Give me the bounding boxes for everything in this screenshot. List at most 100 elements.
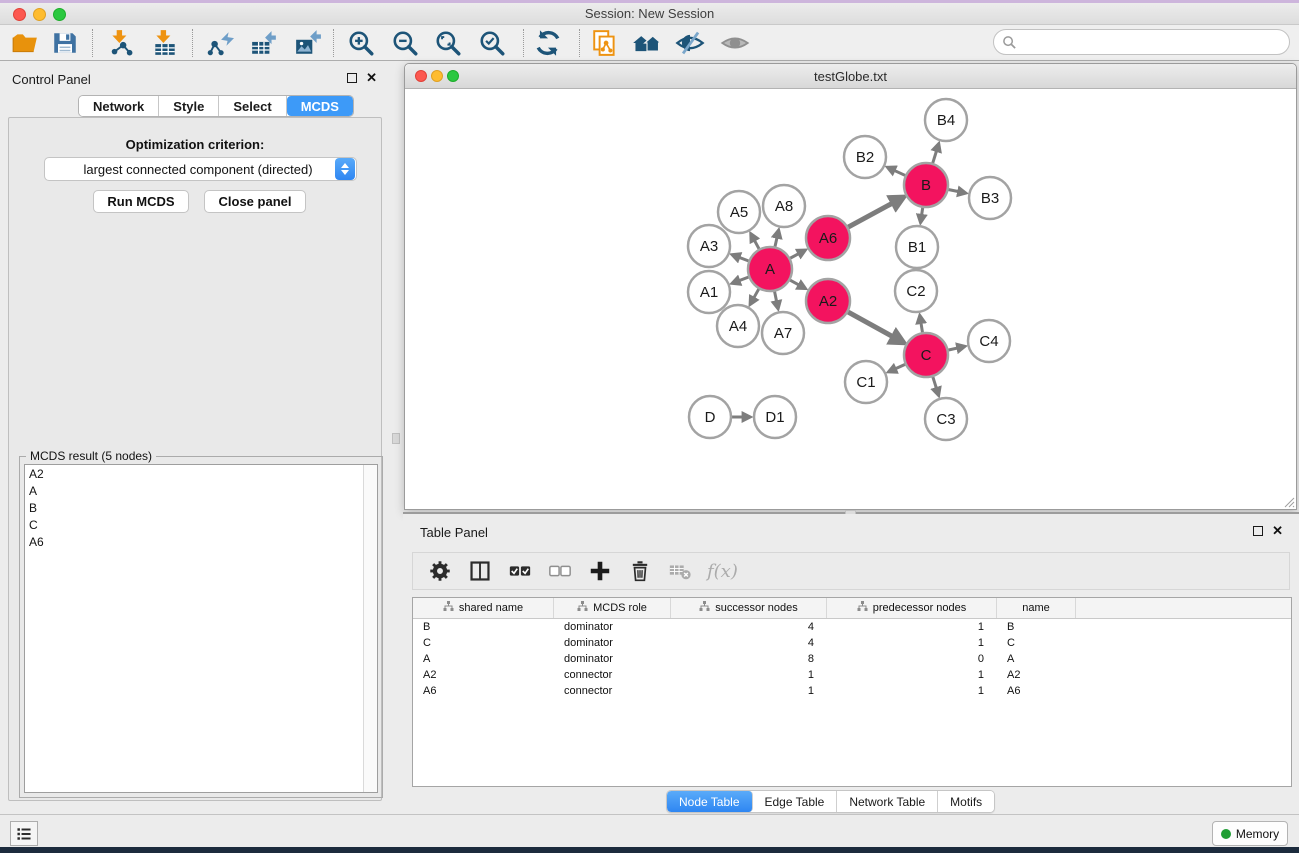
edge-A2-C[interactable] (847, 312, 903, 343)
table-cell[interactable]: A6 (997, 683, 1076, 699)
column-header-successor-nodes[interactable]: successor nodes (671, 598, 827, 618)
run-mcds-button[interactable]: Run MCDS (93, 190, 189, 213)
tab-motifs[interactable]: Motifs (938, 791, 994, 812)
add-column-icon[interactable] (587, 558, 613, 584)
tab-edge-table[interactable]: Edge Table (753, 791, 838, 812)
column-view-icon[interactable] (467, 558, 493, 584)
memory-button[interactable]: Memory (1212, 821, 1288, 846)
result-item[interactable]: C (25, 516, 377, 533)
table-cell[interactable]: 1 (827, 635, 997, 651)
result-scrollbar[interactable] (363, 465, 377, 792)
import-network-icon[interactable] (104, 28, 138, 58)
table-cell[interactable]: A2 (997, 667, 1076, 683)
edge-A-A2[interactable] (789, 280, 805, 289)
float-panel-icon[interactable] (347, 73, 357, 83)
table-cell[interactable]: connector (554, 683, 671, 699)
search-input[interactable] (1017, 32, 1289, 52)
table-cell[interactable]: 0 (827, 651, 997, 667)
edge-C-C1[interactable] (889, 364, 906, 372)
float-table-panel-icon[interactable] (1253, 526, 1263, 536)
criterion-dropdown[interactable]: largest connected component (directed) (44, 157, 357, 181)
column-header-shared-name[interactable]: shared name (413, 598, 554, 618)
checked-boxes-icon[interactable] (507, 558, 533, 584)
table-cell[interactable]: 4 (671, 619, 827, 635)
column-header-mcds-role[interactable]: MCDS role (554, 598, 671, 618)
export-image-icon[interactable] (291, 28, 325, 58)
edge-A-A8[interactable] (775, 230, 779, 247)
table-cell[interactable]: dominator (554, 635, 671, 651)
table-cell[interactable]: 1 (671, 667, 827, 683)
zoom-fit-icon[interactable] (431, 28, 465, 58)
edge-B-B2[interactable] (888, 167, 906, 175)
table-cell[interactable]: 1 (827, 667, 997, 683)
result-item[interactable]: A2 (25, 465, 377, 482)
edge-A-A4[interactable] (750, 288, 759, 304)
table-cell[interactable]: B (997, 619, 1076, 635)
edge-A-A3[interactable] (732, 255, 749, 261)
refresh-icon[interactable] (531, 28, 565, 58)
edge-B-B4[interactable] (932, 144, 938, 164)
table-cell[interactable]: C (413, 635, 554, 651)
zoom-in-icon[interactable] (344, 28, 378, 58)
table-cell[interactable]: 8 (671, 651, 827, 667)
table-cell[interactable]: A2 (413, 667, 554, 683)
table-cell[interactable]: A (413, 651, 554, 667)
edge-C-C2[interactable] (920, 316, 923, 334)
edge-A-A7[interactable] (774, 291, 778, 309)
splitter-handle[interactable] (392, 433, 400, 444)
zoom-out-icon[interactable] (388, 28, 422, 58)
table-row[interactable]: Bdominator41B (413, 619, 1291, 635)
table-row[interactable]: Adominator80A (413, 651, 1291, 667)
table-cell[interactable]: A (997, 651, 1076, 667)
hide-eye-icon[interactable] (673, 28, 707, 58)
tab-network[interactable]: Network (79, 96, 159, 116)
edge-B-B3[interactable] (948, 189, 966, 193)
show-eye-icon[interactable] (718, 28, 752, 58)
tab-node-table[interactable]: Node Table (667, 791, 753, 812)
tab-select[interactable]: Select (219, 96, 286, 116)
table-cell[interactable]: connector (554, 667, 671, 683)
table-cell[interactable]: 1 (827, 619, 997, 635)
tab-mcds[interactable]: MCDS (287, 96, 353, 116)
tab-style[interactable]: Style (159, 96, 219, 116)
tab-network-table[interactable]: Network Table (837, 791, 938, 812)
network-canvas[interactable]: B4B2BB3A5A8A6A3B1AA1C2A2A4A7C4CC1C3DD1 (405, 89, 1296, 509)
gear-icon[interactable] (427, 558, 453, 584)
edge-A6-B[interactable] (847, 197, 903, 227)
table-cell[interactable]: B (413, 619, 554, 635)
home-icon[interactable] (630, 28, 664, 58)
table-cell[interactable]: 4 (671, 635, 827, 651)
result-item[interactable]: B (25, 499, 377, 516)
table-cell[interactable]: 1 (827, 683, 997, 699)
delete-icon[interactable] (627, 558, 653, 584)
result-item[interactable]: A6 (25, 533, 377, 550)
export-table-icon[interactable] (247, 28, 281, 58)
result-item[interactable]: A (25, 482, 377, 499)
save-session-icon[interactable] (48, 28, 82, 58)
edge-C-C3[interactable] (933, 376, 939, 395)
network-window-titlebar[interactable]: testGlobe.txt (405, 64, 1296, 89)
edge-B-B1[interactable] (921, 207, 923, 222)
edge-A-A1[interactable] (732, 277, 749, 283)
edge-C-C4[interactable] (947, 346, 964, 350)
close-table-panel-icon[interactable]: ✕ (1272, 526, 1283, 536)
resize-grip-icon[interactable] (1282, 495, 1295, 508)
mcds-result-list[interactable]: A2ABCA6 (24, 464, 378, 793)
import-table-icon[interactable] (148, 28, 182, 58)
column-header-predecessor-nodes[interactable]: predecessor nodes (827, 598, 997, 618)
task-history-button[interactable] (10, 821, 38, 846)
column-header-name[interactable]: name (997, 598, 1076, 618)
close-panel-icon[interactable]: ✕ (366, 73, 377, 83)
table-row[interactable]: A6connector11A6 (413, 683, 1291, 699)
table-cell[interactable]: A6 (413, 683, 554, 699)
table-cell[interactable]: dominator (554, 651, 671, 667)
unchecked-boxes-icon[interactable] (547, 558, 573, 584)
vertical-splitter[interactable] (390, 61, 403, 814)
edge-A-A6[interactable] (789, 250, 805, 258)
table-cell[interactable]: dominator (554, 619, 671, 635)
table-row[interactable]: A2connector11A2 (413, 667, 1291, 683)
duplicate-network-icon[interactable] (588, 28, 622, 58)
edge-A-A5[interactable] (751, 234, 760, 250)
close-panel-button[interactable]: Close panel (204, 190, 306, 213)
open-file-icon[interactable] (8, 28, 42, 58)
